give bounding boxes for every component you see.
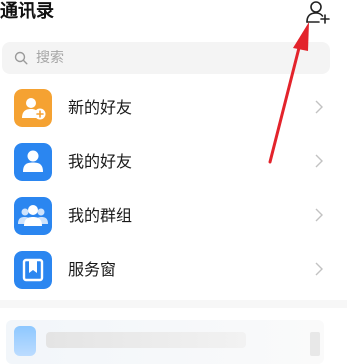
chevron-right-icon xyxy=(315,262,323,276)
list-item-my-friends[interactable]: 我的好友 xyxy=(0,137,347,187)
list-item-label: 服务窗 xyxy=(68,260,117,279)
list-item-new-friends[interactable]: 新的好友 xyxy=(0,83,347,133)
chevron-right-icon xyxy=(315,208,323,222)
service-window-icon xyxy=(14,251,52,289)
search-icon xyxy=(14,51,28,65)
section-divider xyxy=(0,300,347,308)
blurred-list-item[interactable] xyxy=(6,320,324,364)
list-item-label: 我的好友 xyxy=(68,152,133,171)
chevron-right-icon xyxy=(315,100,323,114)
list-item-label: 我的群组 xyxy=(68,206,133,225)
blurred-side-element xyxy=(310,332,320,356)
new-friend-icon xyxy=(14,89,52,127)
header: 通讯录 xyxy=(0,0,347,34)
search-bar[interactable] xyxy=(2,42,330,74)
list-item-label: 新的好友 xyxy=(68,98,133,117)
list-item-my-groups[interactable]: 我的群组 xyxy=(0,191,347,241)
blurred-thumbnail xyxy=(14,326,36,356)
search-input[interactable] xyxy=(36,50,296,66)
add-friend-button[interactable] xyxy=(304,0,332,26)
page-title: 通讯录 xyxy=(0,1,54,22)
chevron-right-icon xyxy=(315,154,323,168)
list-item-service-window[interactable]: 服务窗 xyxy=(0,245,347,295)
add-person-icon xyxy=(306,1,330,24)
blurred-text xyxy=(46,332,246,348)
friends-icon xyxy=(14,143,52,181)
groups-icon xyxy=(14,197,52,235)
